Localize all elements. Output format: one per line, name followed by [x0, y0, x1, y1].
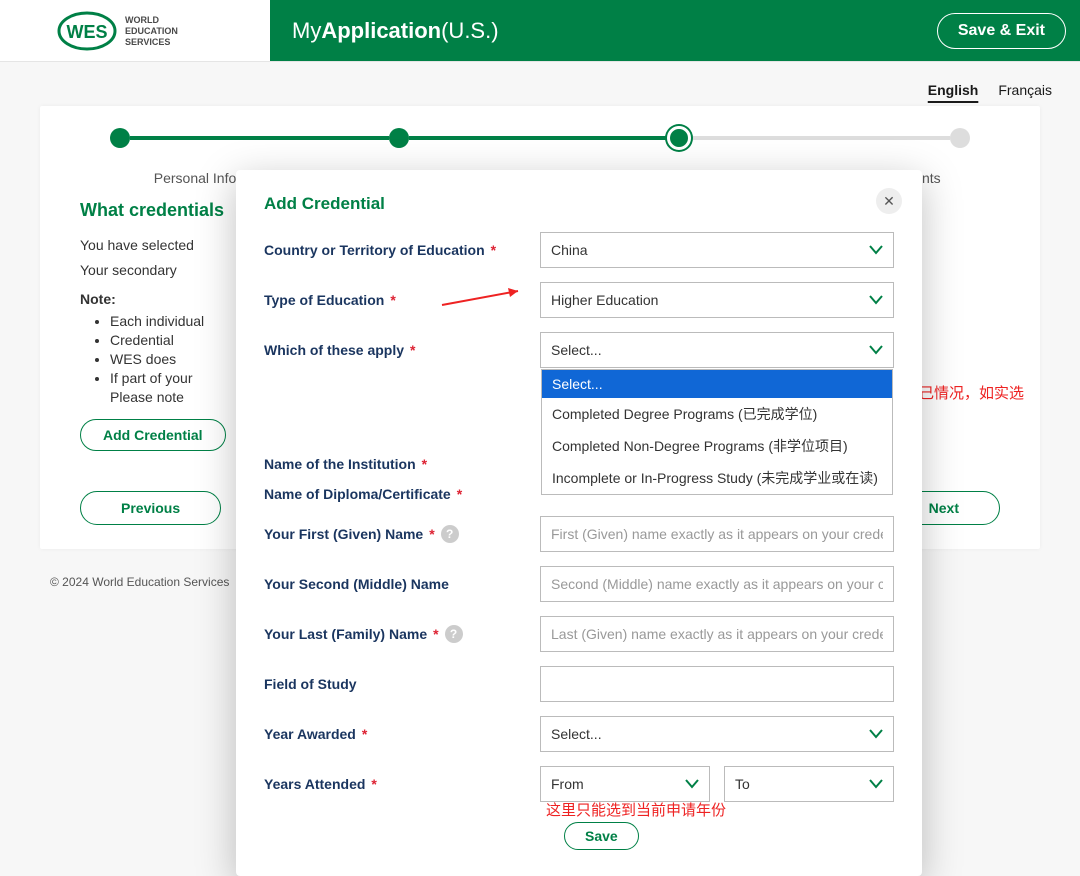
input-last-name[interactable]	[540, 616, 894, 652]
select-year-from[interactable]: From	[540, 766, 710, 802]
label-last-name: Your Last (Family) Name* ?	[264, 625, 540, 643]
label-years-attended: Years Attended*	[264, 776, 540, 792]
input-middle-name[interactable]	[540, 566, 894, 602]
add-credential-button[interactable]: Add Credential	[80, 419, 226, 451]
svg-text:WES: WES	[66, 22, 107, 42]
step-bar-1	[130, 136, 389, 140]
intro-1a: You have selected	[80, 237, 194, 253]
step-dot-4[interactable]	[950, 128, 970, 148]
label-field-study: Field of Study	[264, 676, 540, 692]
chevron-down-icon	[685, 779, 699, 789]
step-dot-1[interactable]	[110, 128, 130, 148]
previous-button[interactable]: Previous	[80, 491, 221, 525]
select-type[interactable]: Higher Education	[540, 282, 894, 318]
chevron-down-icon	[869, 295, 883, 305]
input-field-study[interactable]	[540, 666, 894, 702]
modal-close-button[interactable]: ✕	[876, 188, 902, 214]
dd-item-select[interactable]: Select...	[542, 370, 892, 398]
save-exit-wrap: Save & Exit	[937, 0, 1080, 61]
select-type-value: Higher Education	[551, 292, 658, 308]
page-title: My Application (U.S.)	[270, 0, 937, 61]
select-year-value: Select...	[551, 726, 602, 742]
add-credential-modal: ✕ Add Credential Country or Territory of…	[236, 170, 922, 876]
chevron-down-icon	[869, 729, 883, 739]
save-exit-button[interactable]: Save & Exit	[937, 13, 1066, 49]
annotation-arrow	[440, 285, 530, 316]
language-bar: English Français	[0, 62, 1080, 106]
input-first-name[interactable]	[540, 516, 894, 552]
annotation-bottom: 这里只能选到当前申请年份	[546, 799, 726, 820]
label-year-awarded: Year Awarded*	[264, 726, 540, 742]
select-year-to[interactable]: To	[724, 766, 894, 802]
svg-text:EDUCATION: EDUCATION	[125, 26, 178, 36]
help-icon[interactable]: ?	[441, 525, 459, 543]
modal-save-button[interactable]: Save	[564, 822, 639, 850]
chevron-down-icon	[869, 779, 883, 789]
title-suffix: (U.S.)	[441, 18, 498, 44]
label-first-name: Your First (Given) Name* ?	[264, 525, 540, 543]
select-which[interactable]: Select... Select... Completed Degree Pro…	[540, 332, 894, 368]
lang-english[interactable]: English	[928, 82, 979, 98]
title-bold: Application	[321, 18, 441, 44]
modal-title: Add Credential	[264, 194, 894, 214]
step-bar-3	[691, 136, 950, 140]
which-dropdown-panel: Select... Completed Degree Programs (已完成…	[541, 369, 893, 495]
step-dot-3[interactable]	[667, 126, 691, 150]
label-middle-name: Your Second (Middle) Name	[264, 576, 540, 592]
logo: WES WORLD EDUCATION SERVICES	[0, 0, 270, 61]
step-bar-2	[409, 136, 668, 140]
lang-french[interactable]: Français	[998, 82, 1052, 98]
select-from-value: From	[551, 776, 584, 792]
title-prefix: My	[292, 18, 321, 44]
chevron-down-icon	[869, 345, 883, 355]
help-icon[interactable]: ?	[445, 625, 463, 643]
select-which-value: Select...	[551, 342, 602, 358]
select-to-value: To	[735, 776, 750, 792]
step-dot-2[interactable]	[389, 128, 409, 148]
svg-text:WORLD: WORLD	[125, 15, 159, 25]
stepper	[110, 126, 970, 150]
dd-item-incomplete[interactable]: Incomplete or In-Progress Study (未完成学业或在…	[542, 462, 892, 494]
label-which: Which of these apply*	[264, 342, 540, 358]
select-country[interactable]: China	[540, 232, 894, 268]
select-country-value: China	[551, 242, 588, 258]
dd-item-completed-degree[interactable]: Completed Degree Programs (已完成学位)	[542, 398, 892, 430]
label-institution: Name of the Institution*	[264, 456, 540, 472]
app-header: WES WORLD EDUCATION SERVICES My Applicat…	[0, 0, 1080, 62]
close-icon: ✕	[883, 193, 895, 210]
select-year-awarded[interactable]: Select...	[540, 716, 894, 752]
label-country: Country or Territory of Education*	[264, 242, 540, 258]
label-diploma: Name of Diploma/Certificate*	[264, 486, 540, 502]
dd-item-completed-nondegree[interactable]: Completed Non-Degree Programs (非学位项目)	[542, 430, 892, 462]
svg-text:SERVICES: SERVICES	[125, 37, 170, 47]
chevron-down-icon	[869, 245, 883, 255]
